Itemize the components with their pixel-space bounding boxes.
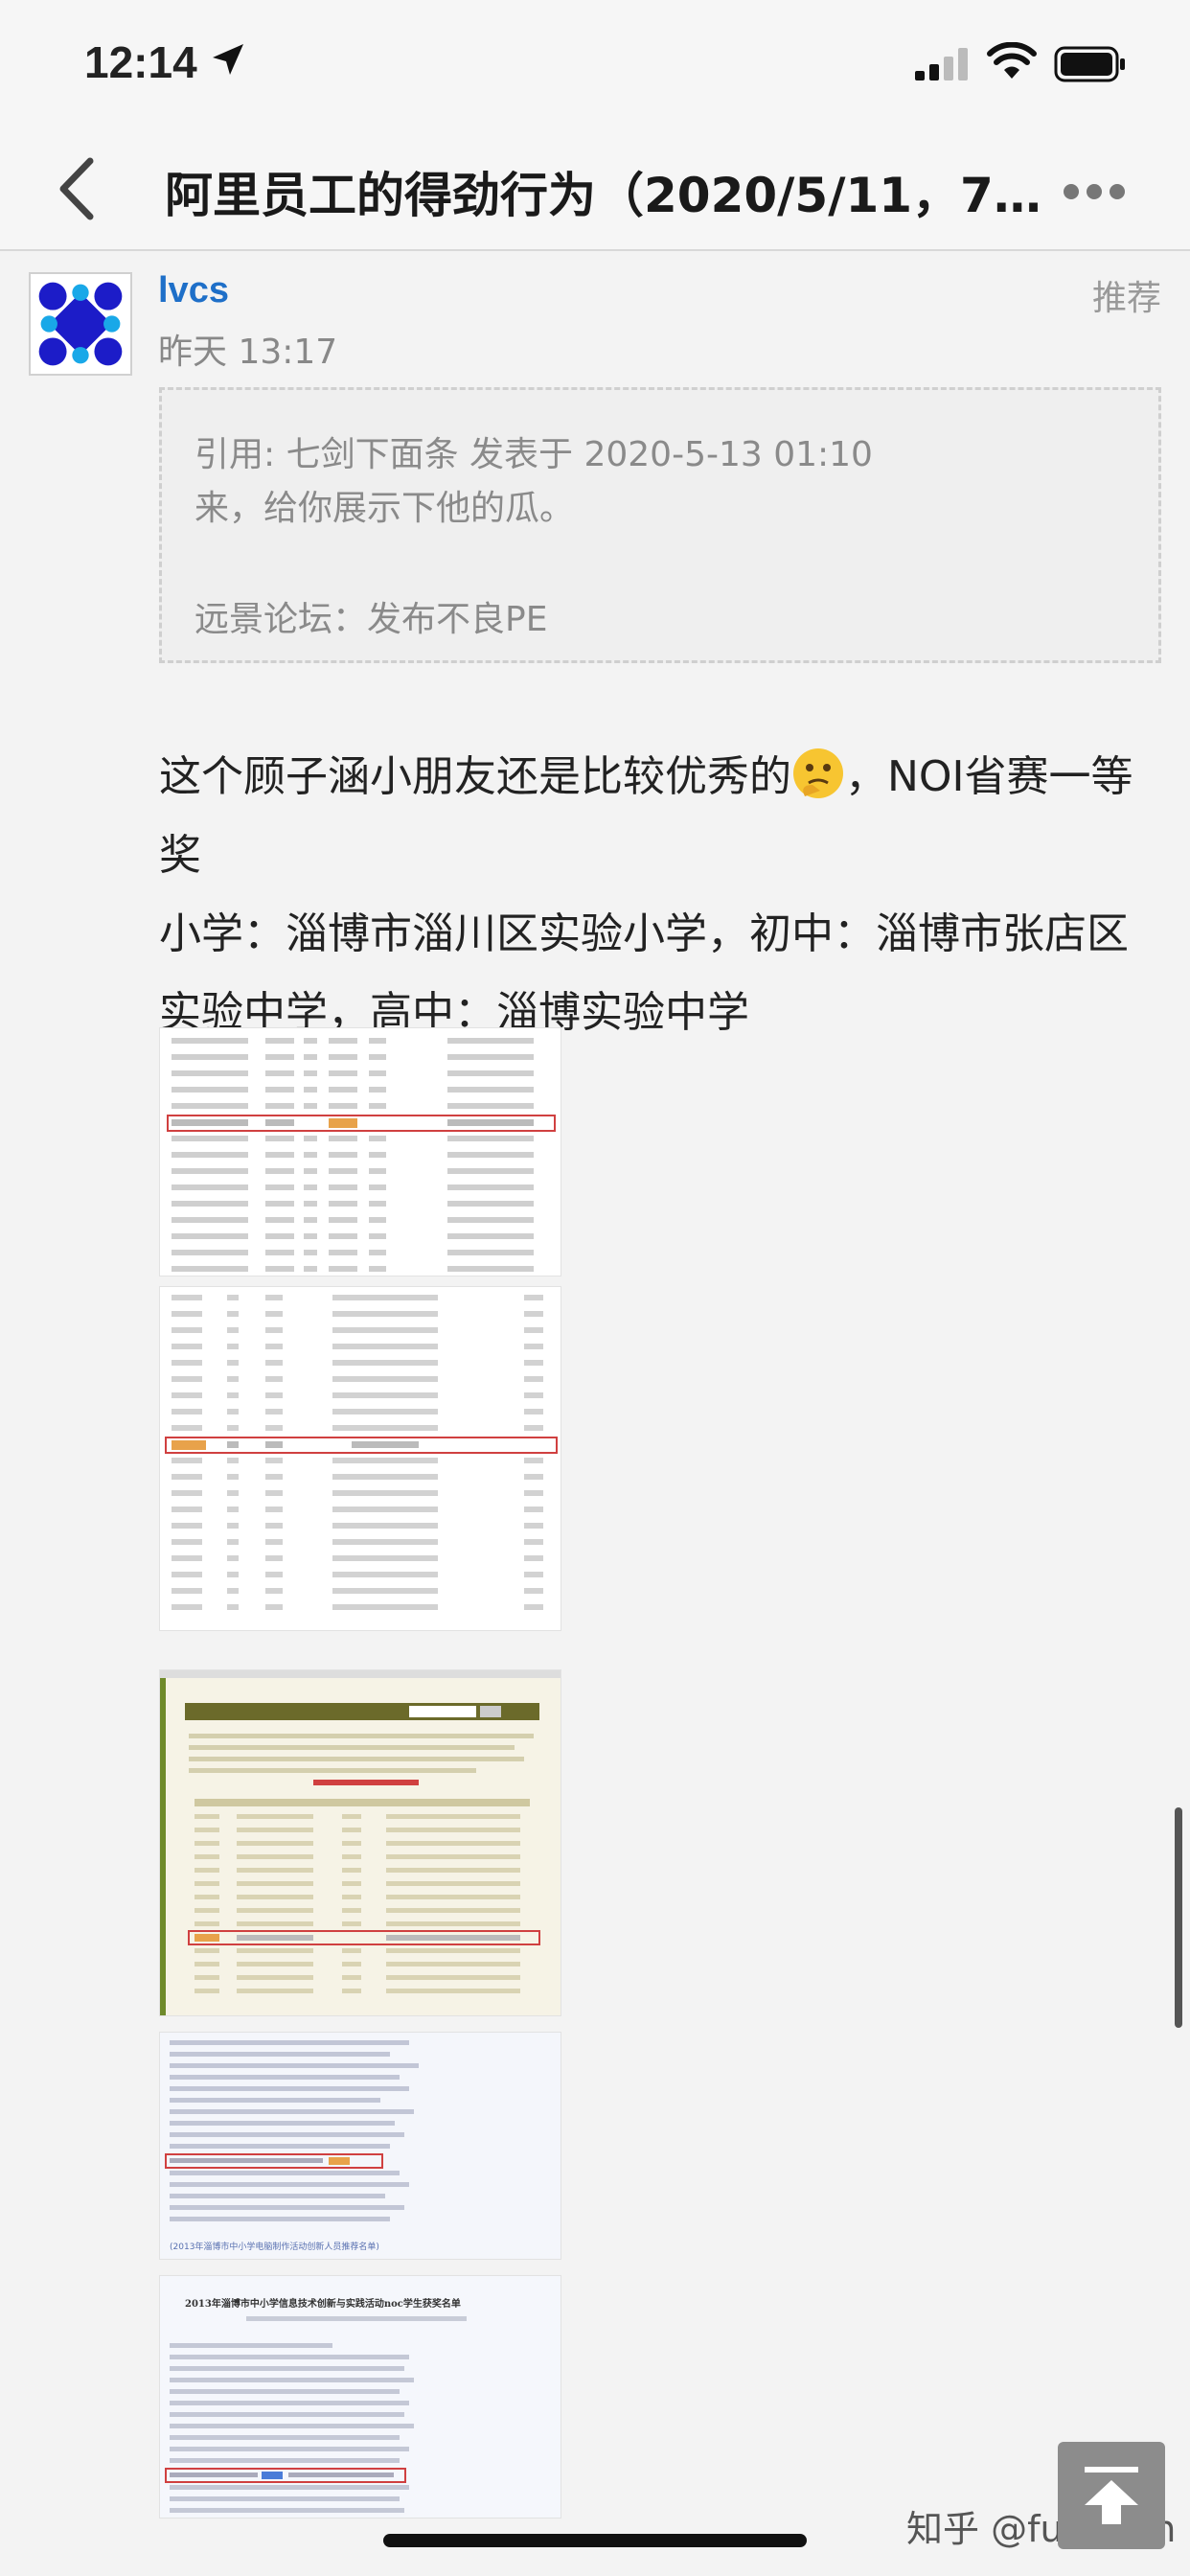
- back-arrow-icon[interactable]: [54, 155, 102, 222]
- quote-header: 引用: 七剑下面条 发表于 2020-5-13 01:10: [195, 435, 873, 474]
- cellular-signal-icon: [915, 48, 968, 80]
- quote-block: 引用: 七剑下面条 发表于 2020-5-13 01:10 来，给你展示下他的瓜…: [159, 387, 1161, 663]
- avatar[interactable]: [29, 272, 132, 376]
- scan-footer-note: (2013年淄博市中小学电脑制作活动创新人员推荐名单): [170, 2241, 379, 2252]
- home-indicator[interactable]: [383, 2534, 807, 2547]
- web-page-image: [160, 1670, 561, 2015]
- avatar-image: [31, 274, 130, 374]
- forum-post: lvcs 昨天 13:17 推荐 引用: 七剑下面条 发表于 2020-5-13…: [0, 251, 1190, 2576]
- screenshot-scanned-list[interactable]: (2013年淄博市中小学电脑制作活动创新人员推荐名单): [159, 2032, 561, 2260]
- screenshot-award-document[interactable]: 2013年淄博市中小学信息技术创新与实践活动noc学生获奖名单: [159, 2275, 561, 2518]
- nav-bar: 阿里员工的得劲行为（2020/5/11，7:...: [0, 126, 1190, 251]
- more-options-icon[interactable]: [1062, 180, 1127, 203]
- recommend-button[interactable]: 推荐: [1092, 270, 1161, 320]
- status-bar: 12:14: [0, 0, 1190, 126]
- thinking-emoji-icon: [793, 748, 843, 798]
- document-image: 2013年淄博市中小学信息技术创新与实践活动noc学生获奖名单: [165, 2297, 467, 2513]
- arrow-up-icon: [1085, 2467, 1138, 2524]
- battery-icon: [1054, 46, 1125, 82]
- scanned-list-image: (2013年淄博市中小学电脑制作活动创新人员推荐名单): [165, 2040, 419, 2252]
- scrollbar[interactable]: [1175, 1807, 1182, 2028]
- screenshot-web-page[interactable]: [159, 1669, 561, 2016]
- quote-signature: 远景论坛：发布不良PE: [195, 600, 548, 639]
- table-image: [165, 1295, 558, 1610]
- screenshot-award-list-2[interactable]: [159, 1286, 561, 1631]
- screenshot-award-list-1[interactable]: [159, 1027, 561, 1276]
- back-to-top-button[interactable]: [1058, 2442, 1165, 2549]
- wifi-icon: [987, 42, 1037, 79]
- body-text-part1: 这个顾子涵小朋友还是比较优秀的: [159, 752, 791, 801]
- body-text-part3: 小学：淄博市淄川区实验小学，初中：淄博市张店区实验中学，高中：淄博实验中学: [159, 909, 1129, 1037]
- location-arrow-icon: [213, 44, 243, 75]
- post-time: 昨天 13:17: [158, 333, 338, 372]
- table-image: [167, 1038, 556, 1272]
- page-title: 阿里员工的得劲行为（2020/5/11，7:...: [165, 168, 1046, 223]
- author-name[interactable]: lvcs: [158, 270, 229, 311]
- status-time: 12:14: [84, 37, 197, 87]
- post-body: 这个顾子涵小朋友还是比较优秀的 ，NOI省赛一等奖 小学：淄博市淄川区实验小学，…: [159, 738, 1161, 1052]
- quote-text: 来，给你展示下他的瓜。: [195, 489, 575, 528]
- document-title: 2013年淄博市中小学信息技术创新与实践活动noc学生获奖名单: [185, 2297, 461, 2310]
